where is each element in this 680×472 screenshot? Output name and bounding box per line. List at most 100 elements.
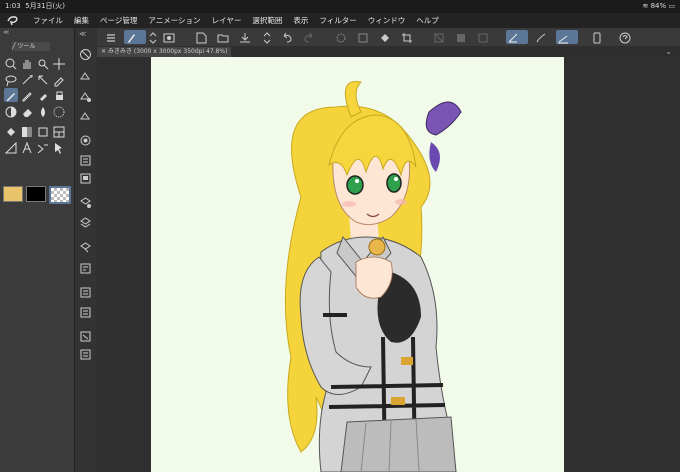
menu-file[interactable]: ファイル bbox=[33, 13, 63, 28]
move-icon[interactable] bbox=[52, 56, 66, 70]
menu-animation[interactable]: アニメーション bbox=[148, 13, 200, 28]
operation-icon[interactable] bbox=[52, 140, 66, 154]
panel-d-icon[interactable] bbox=[79, 346, 92, 360]
open-file-icon[interactable] bbox=[216, 30, 230, 44]
panel-collapse[interactable]: ≪ bbox=[0, 28, 74, 37]
layer-b-icon[interactable] bbox=[454, 30, 468, 44]
magic-wand-icon[interactable] bbox=[20, 72, 34, 86]
menu-items: ファイル 編集 ページ管理 アニメーション レイヤー 選択範囲 表示 フィルター… bbox=[33, 13, 450, 28]
blush bbox=[342, 201, 356, 207]
menu-page[interactable]: ページ管理 bbox=[100, 13, 137, 28]
eraser-icon[interactable] bbox=[20, 104, 34, 118]
magnifier-icon[interactable] bbox=[4, 56, 18, 70]
battery-percent: 84% bbox=[650, 2, 667, 10]
line-icon[interactable] bbox=[556, 30, 578, 44]
stepper-icon[interactable] bbox=[146, 30, 157, 44]
tool-tab-label: ツール bbox=[17, 43, 36, 50]
export-icon[interactable] bbox=[242, 38, 250, 44]
menu-help[interactable]: ヘルプ bbox=[416, 13, 439, 28]
tool-tab[interactable]: ╱ ツール bbox=[12, 42, 50, 51]
zoom-move-icon[interactable] bbox=[36, 56, 50, 70]
material-icon[interactable] bbox=[79, 238, 92, 253]
ruler-icon[interactable] bbox=[506, 30, 528, 44]
layer-setting-icon[interactable] bbox=[79, 132, 92, 146]
right-eye bbox=[386, 173, 402, 193]
pencil-icon[interactable] bbox=[20, 88, 34, 102]
close-tab-icon[interactable]: ✕ bbox=[101, 48, 106, 55]
panel-a-icon[interactable] bbox=[79, 284, 92, 298]
skirt bbox=[340, 416, 457, 472]
menu-view[interactable]: 表示 bbox=[293, 13, 308, 28]
brush-icon[interactable] bbox=[534, 30, 548, 44]
marker-icon[interactable] bbox=[52, 88, 66, 102]
command-bar bbox=[96, 28, 680, 46]
no-icon[interactable] bbox=[79, 46, 92, 60]
panel-c-icon[interactable] bbox=[79, 328, 92, 342]
status-right: ≋ 84% ▭ bbox=[642, 0, 675, 13]
chevron-down-icon[interactable]: ⌄ bbox=[665, 46, 672, 57]
wifi-icon: ≋ bbox=[642, 2, 649, 10]
tone-icon[interactable] bbox=[52, 104, 66, 118]
balloon-icon[interactable] bbox=[36, 140, 50, 154]
sub-tool-strip: ≪ bbox=[74, 28, 97, 472]
menu-bar: ファイル 編集 ページ管理 アニメーション レイヤー 選択範囲 表示 フィルター… bbox=[0, 13, 680, 28]
transform-icon[interactable] bbox=[356, 30, 370, 44]
help-icon[interactable] bbox=[618, 30, 632, 44]
sub-color-swatch[interactable] bbox=[26, 186, 46, 202]
menu-selection[interactable]: 選択範囲 bbox=[252, 13, 282, 28]
status-date: 5月31日(火) bbox=[25, 2, 66, 10]
document-tab-bar: ✕ みきみき (3000 x 3000px 350dpi 47.8%) ⌄ bbox=[96, 46, 680, 57]
eyedropper-icon[interactable] bbox=[52, 72, 66, 87]
menu-filter[interactable]: フィルター bbox=[319, 13, 356, 28]
menu-icon[interactable] bbox=[104, 30, 118, 44]
eye-highlight bbox=[394, 177, 398, 181]
undo-icon[interactable] bbox=[280, 30, 294, 44]
fill-icon[interactable] bbox=[4, 124, 18, 138]
history-icon[interactable] bbox=[79, 152, 92, 166]
move-layer-icon[interactable] bbox=[36, 72, 50, 86]
blush bbox=[395, 199, 407, 205]
hair-ornament bbox=[429, 142, 440, 172]
layer-c-icon[interactable] bbox=[476, 30, 490, 44]
layer-a-icon[interactable] bbox=[432, 30, 446, 44]
hand-icon[interactable] bbox=[20, 56, 34, 70]
transparent-color-swatch[interactable] bbox=[49, 186, 71, 204]
strip-collapse-icon[interactable]: ≪ bbox=[79, 30, 92, 43]
main-color-swatch[interactable] bbox=[3, 186, 23, 202]
page-icon[interactable] bbox=[79, 170, 92, 184]
layer-list-icon[interactable] bbox=[79, 194, 92, 208]
stack-icon[interactable] bbox=[79, 214, 92, 228]
gradient-icon[interactable] bbox=[20, 124, 34, 138]
lasso-icon[interactable] bbox=[4, 72, 18, 87]
export-layer-icon[interactable] bbox=[79, 260, 92, 274]
frame-icon[interactable] bbox=[52, 124, 66, 138]
layer-move-icon[interactable] bbox=[79, 88, 92, 102]
crop-icon[interactable] bbox=[400, 30, 414, 44]
document-tab[interactable]: ✕ みきみき (3000 x 3000px 350dpi 47.8%) bbox=[97, 47, 232, 57]
new-file-icon[interactable] bbox=[194, 30, 208, 44]
menu-window[interactable]: ウィンドウ bbox=[368, 13, 406, 28]
text-icon[interactable] bbox=[20, 140, 34, 154]
screen-icon[interactable] bbox=[162, 30, 176, 44]
panel-b-icon[interactable] bbox=[79, 304, 92, 318]
redo-icon[interactable] bbox=[302, 30, 316, 44]
drawing-canvas[interactable] bbox=[151, 57, 564, 472]
airbrush-icon[interactable] bbox=[36, 88, 50, 102]
pen-mode-icon[interactable] bbox=[124, 30, 146, 44]
device-icon[interactable] bbox=[590, 30, 604, 44]
document-tab-label: みきみき (3000 x 3000px 350dpi 47.8%) bbox=[107, 48, 228, 55]
fill-icon[interactable] bbox=[378, 30, 392, 44]
layer-edit-icon[interactable] bbox=[79, 108, 92, 121]
app-logo-icon[interactable] bbox=[6, 15, 20, 26]
stepper-icon[interactable] bbox=[260, 30, 271, 44]
menu-layer[interactable]: レイヤー bbox=[212, 13, 242, 28]
menu-edit[interactable]: 編集 bbox=[74, 13, 89, 28]
settings-icon[interactable] bbox=[334, 30, 348, 44]
pen-icon[interactable] bbox=[4, 88, 18, 102]
shape-icon[interactable] bbox=[36, 124, 50, 138]
ruler-icon[interactable] bbox=[4, 140, 18, 154]
drop-icon[interactable] bbox=[36, 104, 50, 118]
blend-icon[interactable] bbox=[4, 104, 18, 118]
pen-tab-icon: ╱ bbox=[12, 43, 16, 50]
layer-add-icon[interactable] bbox=[79, 68, 92, 81]
